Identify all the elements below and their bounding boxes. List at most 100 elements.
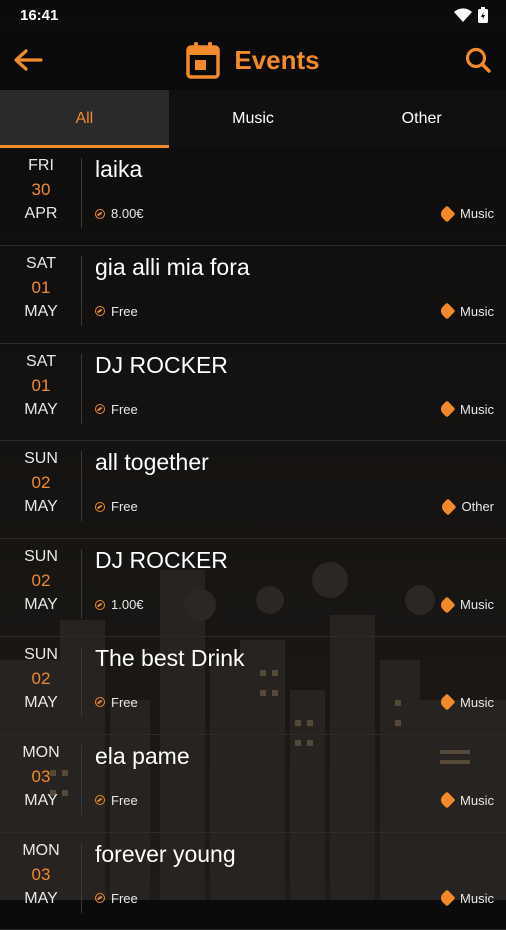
event-price: Free [95, 793, 138, 808]
event-row[interactable]: MON 03 MAY ela pame Free Music [0, 735, 506, 833]
row-divider [81, 549, 82, 620]
event-row[interactable]: MON 03 MAY forever young Free Music [0, 833, 506, 930]
price-icon [95, 893, 105, 904]
tab-all[interactable]: All [0, 90, 169, 148]
event-date: SAT 01 MAY [0, 350, 82, 422]
event-price: Free [95, 499, 138, 514]
event-month: MAY [24, 302, 58, 320]
tab-label: All [75, 110, 94, 127]
event-weekday: MON [22, 841, 60, 859]
event-category: Music [438, 693, 494, 711]
search-button[interactable] [460, 42, 496, 78]
event-row[interactable]: SUN 02 MAY all together Free Other [0, 441, 506, 540]
event-price: Free [95, 695, 138, 710]
event-month: MAY [24, 498, 58, 516]
event-category: Music [438, 400, 494, 418]
event-price: 1.00€ [95, 597, 144, 612]
event-row[interactable]: SUN 02 MAY DJ ROCKER 1.00€ Music [0, 539, 506, 637]
event-price: 8.00€ [95, 206, 144, 221]
title-group: Events [186, 41, 320, 79]
price-icon [95, 208, 105, 219]
price-icon [95, 404, 105, 415]
event-category-label: Music [460, 890, 494, 906]
price-icon [95, 306, 105, 317]
event-date: SAT 01 MAY [0, 252, 82, 324]
event-row[interactable]: FRI 30 APR laika 8.00€ Music [0, 148, 506, 246]
event-title: The best Drink [95, 644, 245, 671]
price-icon [95, 501, 105, 512]
page-title: Events [234, 44, 320, 75]
event-category: Music [438, 205, 494, 222]
event-price: Free [95, 304, 138, 319]
event-month: MAY [24, 693, 58, 711]
wifi-icon [454, 8, 472, 22]
tag-icon [439, 498, 457, 516]
event-day: 02 [31, 668, 51, 688]
tag-icon [438, 791, 456, 809]
row-divider [81, 646, 82, 717]
event-weekday: SAT [26, 352, 56, 370]
row-divider [81, 353, 82, 424]
event-category: Music [438, 791, 494, 809]
tab-label: Music [232, 110, 274, 127]
event-weekday: MON [22, 743, 60, 761]
event-title: ela pame [95, 742, 190, 769]
event-title: forever young [95, 840, 236, 867]
calendar-icon [186, 42, 221, 79]
event-price-value: Free [111, 499, 138, 515]
event-price-value: Free [111, 890, 138, 906]
arrow-left-icon [14, 49, 43, 71]
event-price-value: 8.00€ [111, 206, 144, 221]
event-day: 02 [31, 571, 51, 591]
status-bar: 16:41 [0, 0, 506, 30]
event-date: SUN 02 MAY [0, 545, 82, 617]
event-row[interactable]: SAT 01 MAY gia alli mia fora Free Music [0, 246, 506, 344]
event-title: DJ ROCKER [95, 351, 228, 378]
price-icon [95, 795, 105, 806]
event-title: DJ ROCKER [95, 547, 228, 574]
event-day: 01 [31, 375, 51, 395]
event-date: SUN 02 MAY [0, 447, 82, 519]
event-price-value: Free [111, 303, 138, 319]
tab-music[interactable]: Music [169, 90, 338, 148]
event-category-label: Music [460, 597, 494, 613]
event-price: Free [95, 891, 138, 906]
event-date: SUN 02 MAY [0, 643, 82, 715]
event-weekday: FRI [28, 157, 54, 174]
tab-bar: All Music Other [0, 90, 506, 148]
event-title: laika [95, 156, 143, 182]
battery-icon [478, 7, 488, 23]
event-category: Music [438, 302, 494, 320]
event-category-label: Music [460, 303, 494, 319]
event-price-value: Free [111, 401, 138, 417]
event-category: Music [438, 596, 494, 614]
tag-icon [438, 205, 456, 222]
event-month: MAY [24, 400, 58, 418]
event-weekday: SUN [24, 450, 58, 468]
event-title: gia alli mia fora [95, 253, 250, 280]
event-list: FRI 30 APR laika 8.00€ Music SAT 01 MAY … [0, 148, 506, 930]
event-title: all together [95, 449, 209, 476]
event-category: Other [439, 498, 494, 516]
event-row[interactable]: SUN 02 MAY The best Drink Free Music [0, 637, 506, 735]
tab-other[interactable]: Other [337, 90, 506, 148]
event-day: 03 [31, 864, 51, 884]
event-month: MAY [24, 791, 58, 809]
row-divider [81, 744, 82, 815]
price-icon [95, 599, 105, 610]
tag-icon [438, 693, 456, 711]
event-day: 30 [31, 180, 51, 199]
status-icons [454, 7, 488, 23]
price-icon [95, 697, 105, 708]
tab-label: Other [401, 110, 442, 127]
tag-icon [438, 889, 456, 907]
event-category-label: Music [460, 206, 494, 221]
event-day: 01 [31, 277, 51, 297]
row-divider [81, 451, 82, 522]
event-row[interactable]: SAT 01 MAY DJ ROCKER Free Music [0, 344, 506, 442]
event-price-value: Free [111, 792, 138, 808]
back-button[interactable] [10, 42, 46, 78]
event-weekday: SAT [26, 254, 56, 272]
event-month: APR [24, 205, 58, 222]
search-icon [465, 47, 491, 73]
